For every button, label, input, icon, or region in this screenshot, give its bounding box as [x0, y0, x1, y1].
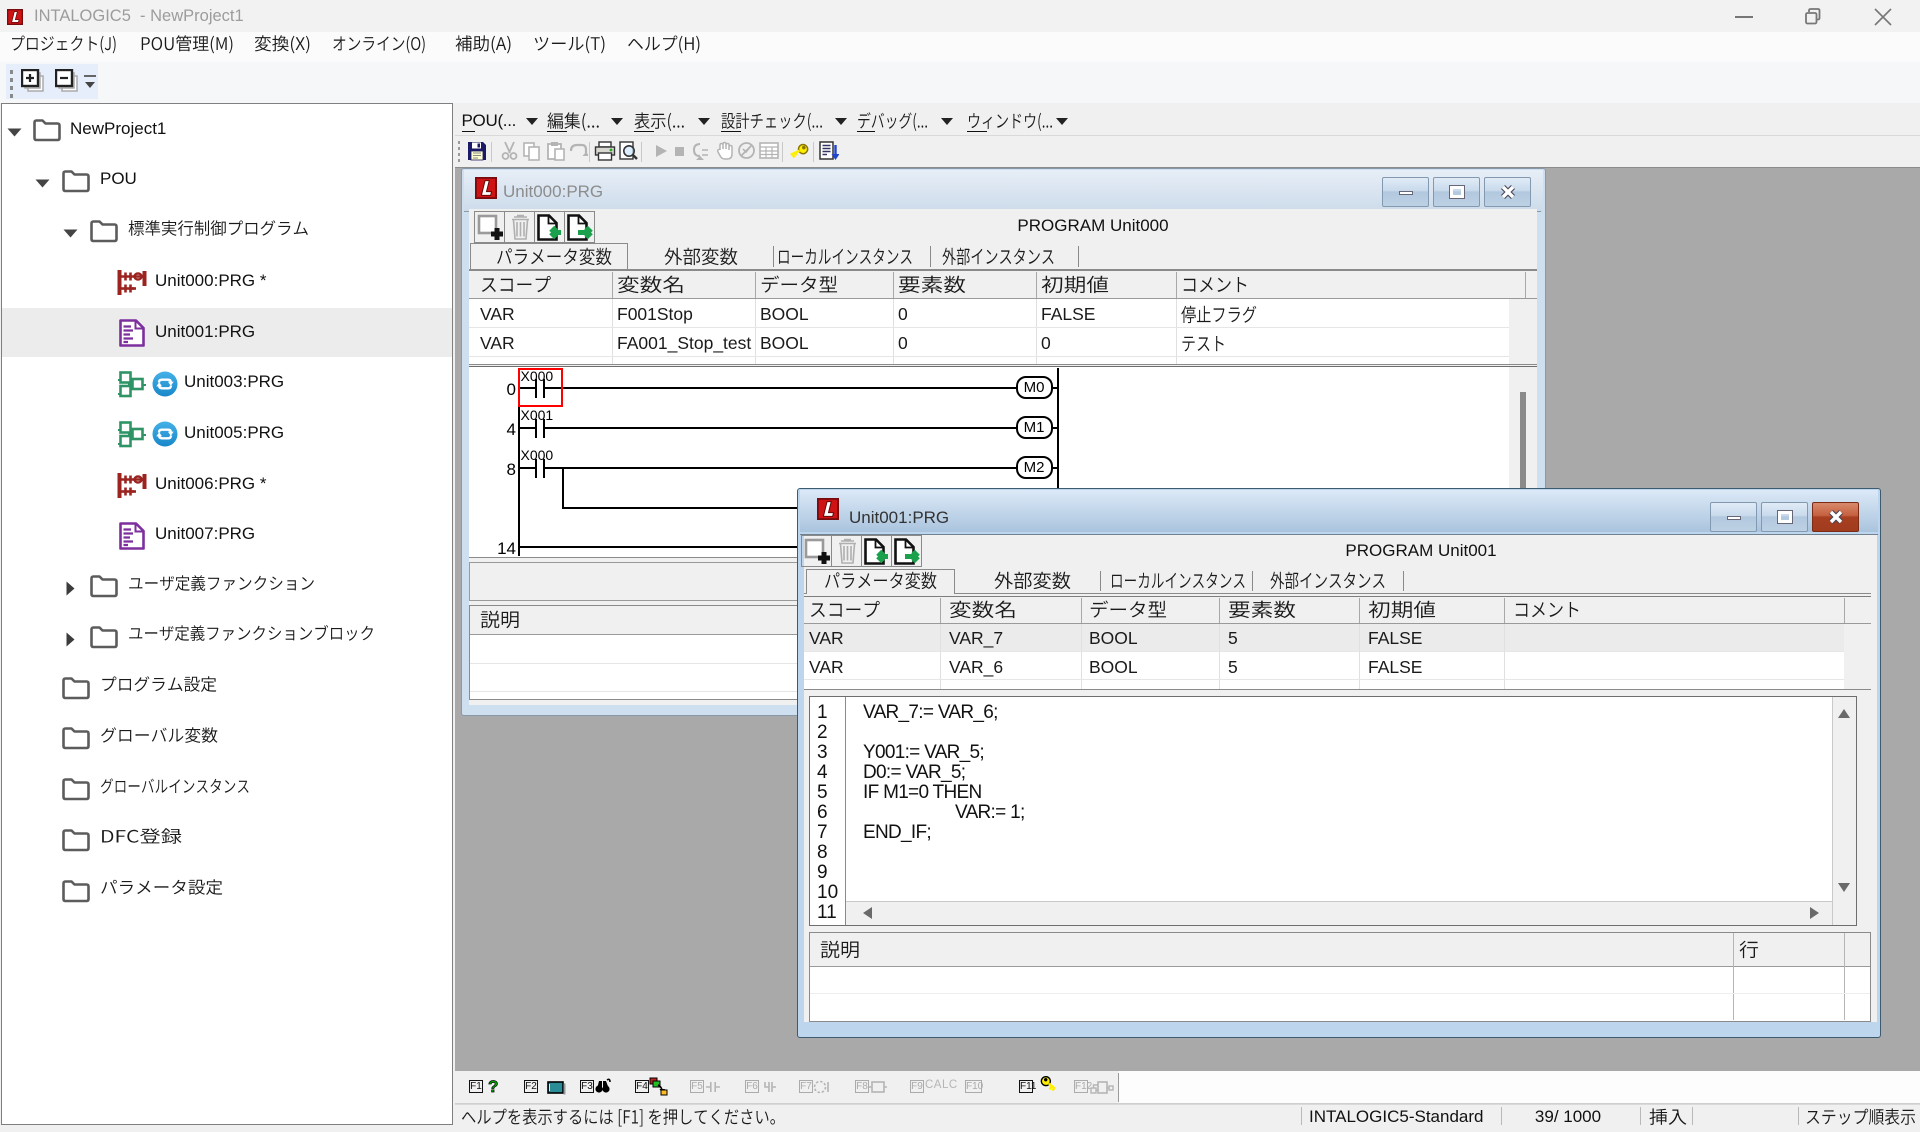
- svg-text:?: ?: [488, 1077, 498, 1096]
